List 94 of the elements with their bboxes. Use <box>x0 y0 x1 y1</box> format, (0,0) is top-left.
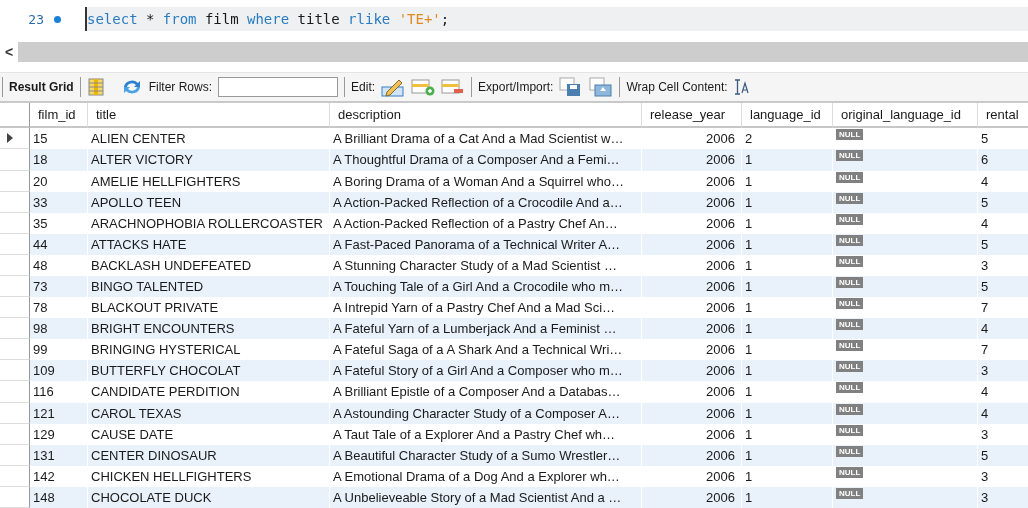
null-tag: NULL <box>836 255 864 267</box>
table-cell: A Touching Tale of a Girl And a Crocodile who m… <box>330 275 642 298</box>
table-cell: 33 <box>30 191 88 213</box>
table-cell: A Fateful Story of a Girl And a Composer who m… <box>330 360 642 382</box>
table-cell: A Fateful Yarn of a Lumberjack And a Feminist … <box>330 318 642 340</box>
table-cell: 2006 <box>642 275 742 298</box>
table-cell: CENTER DINOSAUR <box>88 444 330 466</box>
wrap-text-icon[interactable] <box>733 78 750 97</box>
null-tag: NULL <box>836 445 864 457</box>
table-cell: APOLLO TEEN <box>88 191 330 213</box>
table-cell: 148 <box>30 486 88 508</box>
table-cell: 1 <box>742 402 833 424</box>
null-tag: NULL <box>836 487 864 499</box>
column-header[interactable]: original_language_id <box>833 103 978 129</box>
table-cell: 109 <box>30 360 88 382</box>
table-cell: 5 <box>978 191 1028 213</box>
table-cell: 1 <box>742 233 833 255</box>
null-tag: NULL <box>836 276 864 288</box>
null-tag: NULL <box>836 424 864 436</box>
table-cell: A Thoughtful Drama of a Composer And a Femi… <box>330 149 642 171</box>
null-tag: NULL <box>836 129 864 141</box>
table-cell: 2006 <box>642 360 742 382</box>
table-cell: 1 <box>742 360 833 382</box>
null-tag: NULL <box>836 382 864 394</box>
null-tag: NULL <box>836 361 864 373</box>
table-cell: 73 <box>30 275 88 298</box>
table-cell: 44 <box>30 233 88 255</box>
table-cell: 1 <box>742 444 833 466</box>
statement-marker-icon <box>54 15 61 23</box>
line-number: 23 <box>27 11 44 27</box>
table-cell: A Unbelieveable Story of a Mad Scientist And a … <box>330 486 642 508</box>
form-grid-icon[interactable] <box>86 78 105 97</box>
table-cell: 5 <box>978 444 1028 466</box>
table-cell: 2006 <box>642 149 742 171</box>
wrap-cell-content-label: Wrap Cell Content: <box>626 80 728 95</box>
table-cell: 2006 <box>642 191 742 213</box>
table-cell: 1 <box>742 318 833 340</box>
table-cell: 3 <box>978 486 1028 508</box>
table-cell: 5 <box>978 233 1028 255</box>
null-tag: NULL <box>836 403 864 415</box>
column-header[interactable]: release_year <box>642 103 742 129</box>
current-row-icon <box>6 133 14 144</box>
null-tag: NULL <box>836 298 864 310</box>
table-cell: BRIGHT ENCOUNTERS <box>88 318 330 340</box>
table-cell: A Beautiful Character Study of a Sumo Wrestler… <box>330 444 642 466</box>
filter-rows-field[interactable] <box>218 77 339 98</box>
table-cell: 3 <box>978 360 1028 382</box>
column-header[interactable]: language_id <box>742 103 833 129</box>
table-cell: 2006 <box>642 444 742 466</box>
table-cell: CAROL TEXAS <box>88 402 330 424</box>
edit-pencil-icon[interactable] <box>381 77 406 98</box>
table-cell: CHOCOLATE DUCK <box>88 486 330 508</box>
horizontal-scrollbar[interactable] <box>18 42 1028 63</box>
result-grid-label: Result Grid <box>9 80 74 95</box>
table-cell: 2006 <box>642 318 742 340</box>
null-tag: NULL <box>836 213 864 225</box>
table-cell: 2006 <box>642 402 742 424</box>
add-row-icon[interactable] <box>411 77 436 98</box>
table-cell: 5 <box>978 275 1028 298</box>
column-header[interactable]: description <box>330 103 642 129</box>
column-header[interactable]: film_id <box>30 103 88 129</box>
table-cell: 2006 <box>642 233 742 255</box>
table-cell: 6 <box>978 149 1028 171</box>
table-cell: 1 <box>742 191 833 213</box>
null-tag: NULL <box>836 466 864 478</box>
export-import-label: Export/Import: <box>478 80 554 95</box>
table-cell: 131 <box>30 444 88 466</box>
table-cell: 2006 <box>642 486 742 508</box>
table-cell: BINGO TALENTED <box>88 275 330 298</box>
table-cell: 1 <box>742 149 833 171</box>
null-tag: NULL <box>836 171 864 183</box>
table-cell: A Fast-Paced Panorama of a Technical Writer A… <box>330 233 642 255</box>
null-tag: NULL <box>836 192 864 204</box>
table-cell: A Action-Packed Reflection of a Crocodile And a… <box>330 191 642 213</box>
table-cell: 121 <box>30 402 88 424</box>
table-cell: 1 <box>742 275 833 298</box>
table-cell: 4 <box>978 318 1028 340</box>
scroll-left-button[interactable]: < <box>0 44 18 61</box>
table-cell: A Astounding Character Study of a Composer A… <box>330 402 642 424</box>
column-header[interactable]: title <box>88 103 330 129</box>
null-tag: NULL <box>836 234 864 246</box>
table-cell: 1 <box>742 486 833 508</box>
table-cell: ATTACKS HATE <box>88 233 330 255</box>
table-cell: 4 <box>978 402 1028 424</box>
table-cell: ALTER VICTORY <box>88 149 330 171</box>
table-cell: 98 <box>30 318 88 340</box>
import-folder-icon[interactable] <box>589 77 614 98</box>
filter-rows-label: Filter Rows: <box>148 80 213 95</box>
table-cell: BUTTERFLY CHOCOLAT <box>88 360 330 382</box>
table-cell: 18 <box>30 149 88 171</box>
edit-label: Edit: <box>351 80 376 95</box>
null-tag: NULL <box>836 340 864 352</box>
null-tag: NULL <box>836 319 864 331</box>
null-tag: NULL <box>836 150 864 162</box>
